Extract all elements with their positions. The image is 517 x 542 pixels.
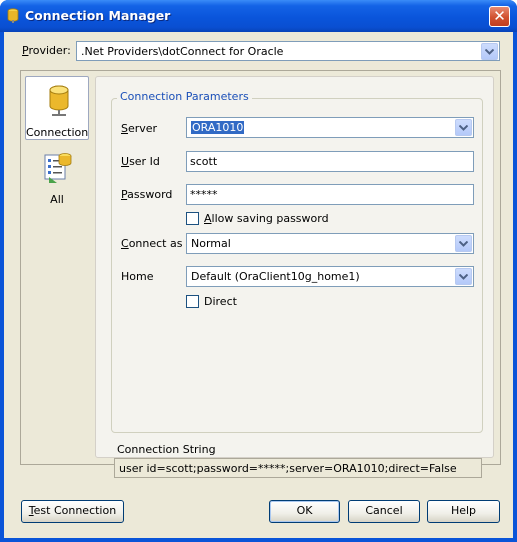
home-select[interactable]: Default (OraClient10g_home1) <box>186 266 474 287</box>
connection-string-value: user id=scott;password=*****;server=ORA1… <box>119 462 457 475</box>
provider-select[interactable]: .Net Providers\dotConnect for Oracle <box>76 41 500 61</box>
connect-as-label: Connect as <box>121 237 183 250</box>
connect-as-select[interactable]: Normal <box>186 233 474 254</box>
userid-field[interactable]: scott <box>186 151 474 172</box>
ok-button[interactable]: OK <box>269 500 340 523</box>
nav-item-label: Connection <box>26 126 89 139</box>
connect-as-value: Normal <box>191 237 231 250</box>
nav-item-all[interactable]: All <box>25 144 89 208</box>
help-button[interactable]: Help <box>427 500 500 523</box>
chevron-down-icon[interactable] <box>481 43 498 60</box>
server-label: Server <box>121 122 158 135</box>
close-button[interactable]: ✕ <box>489 6 510 27</box>
password-value: ***** <box>190 188 218 201</box>
category-nav: Connection All <box>25 76 89 216</box>
server-value: ORA1010 <box>191 121 245 134</box>
userid-label: User Id <box>121 155 160 168</box>
nav-item-connection[interactable]: Connection <box>25 76 89 140</box>
window-title: Connection Manager <box>25 8 171 23</box>
dialog-client-area: Provider: .Net Providers\dotConnect for … <box>4 32 513 538</box>
home-label: Home <box>121 270 154 283</box>
allow-saving-password-checkbox[interactable] <box>186 212 199 225</box>
nav-item-label: All <box>50 193 64 206</box>
test-connection-button[interactable]: Test Connection <box>21 500 124 523</box>
chevron-down-icon[interactable] <box>455 119 472 136</box>
password-field[interactable]: ***** <box>186 184 474 205</box>
direct-checkbox[interactable] <box>186 295 199 308</box>
close-icon: ✕ <box>493 7 506 25</box>
home-value: Default (OraClient10g_home1) <box>191 270 360 283</box>
connection-string-field[interactable]: user id=scott;password=*****;server=ORA1… <box>114 458 482 478</box>
connection-manager-window: Connection Manager ✕ Provider: .Net Prov… <box>0 0 517 542</box>
userid-value: scott <box>190 155 218 168</box>
group-title: Connection Parameters <box>117 90 252 103</box>
cancel-button[interactable]: Cancel <box>348 500 420 523</box>
allow-saving-password-label[interactable]: Allow saving password <box>204 212 329 225</box>
title-bar[interactable]: Connection Manager ✕ <box>0 0 517 32</box>
chevron-down-icon[interactable] <box>455 235 472 252</box>
provider-label: Provider: <box>22 44 71 57</box>
connection-string-label: Connection String <box>117 443 216 456</box>
provider-value: .Net Providers\dotConnect for Oracle <box>81 45 284 58</box>
direct-label[interactable]: Direct <box>204 295 237 308</box>
database-icon <box>7 8 19 24</box>
database-icon <box>44 84 74 118</box>
password-label: Password <box>121 188 173 201</box>
server-select[interactable]: ORA1010 <box>186 117 474 138</box>
chevron-down-icon[interactable] <box>455 268 472 285</box>
properties-list-icon <box>43 151 73 185</box>
